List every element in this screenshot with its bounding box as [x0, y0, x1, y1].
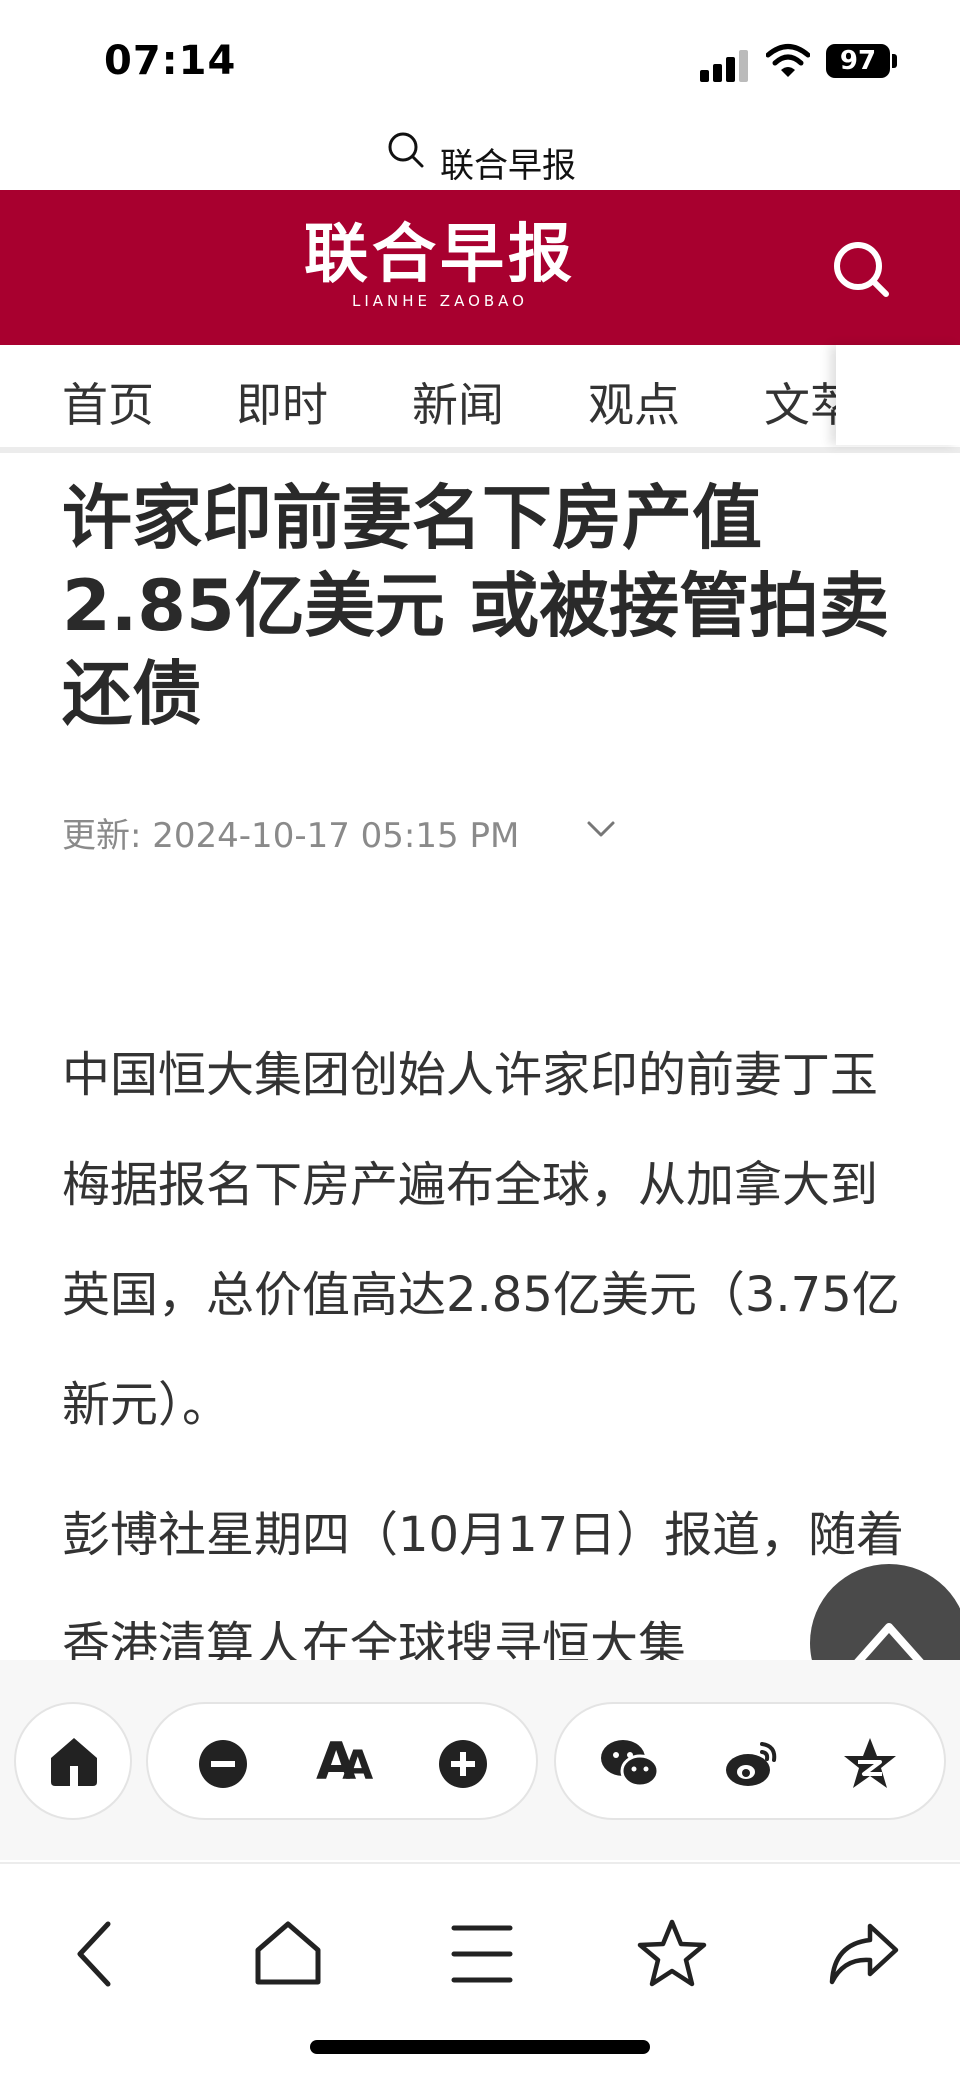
back-icon[interactable] — [58, 1916, 134, 1992]
masthead: 联合早报 LIANHE ZAOBAO — [0, 190, 960, 345]
home-indicator — [310, 2040, 650, 2054]
share-icon[interactable] — [826, 1916, 902, 1992]
article-headline: 许家印前妻名下房产值2.85亿美元 或被接管拍卖还债 — [62, 477, 890, 735]
menu-icon[interactable] — [444, 1916, 520, 1992]
article-updated-time: 更新: 2024-10-17 05:15 PM — [62, 816, 520, 856]
weibo-icon[interactable] — [724, 1738, 780, 1790]
logo-english: LIANHE ZAOBAO — [352, 292, 528, 310]
status-bar: 07:14 97 — [0, 0, 960, 120]
wifi-icon — [766, 44, 810, 77]
article-paragraph: 中国恒大集团创始人许家印的前妻丁玉梅据报名下房产遍布全球，从加拿大到英国，总价值… — [62, 1047, 900, 1433]
font-size-icon[interactable]: AA — [316, 1732, 373, 1792]
logo-chinese: 联合早报 — [304, 217, 576, 292]
search-icon — [388, 132, 424, 168]
nav-item-home[interactable]: 首页 — [62, 369, 154, 435]
font-decrease-icon[interactable] — [198, 1739, 248, 1789]
qzone-icon[interactable] — [842, 1736, 898, 1790]
url-bar[interactable]: 联合早报 — [0, 120, 960, 190]
zaobao-logo[interactable]: 联合早报 LIANHE ZAOBAO — [290, 220, 590, 320]
article-toolbar: AA — [0, 1660, 960, 1860]
home-icon — [51, 1738, 97, 1786]
home-button[interactable] — [14, 1702, 132, 1820]
nav-item-realtime[interactable]: 即时 — [236, 369, 328, 435]
home-icon[interactable] — [250, 1916, 326, 1992]
nav-item-news[interactable]: 新闻 — [412, 369, 504, 435]
font-increase-icon[interactable] — [438, 1739, 488, 1789]
share-controls — [554, 1702, 946, 1820]
article-paragraph: 彭博社星期四（10月17日）报道，随着香港清算人在全球搜寻恒大集 — [62, 1507, 905, 1660]
battery-icon: 97 — [826, 44, 890, 78]
wechat-icon[interactable] — [600, 1738, 660, 1790]
url-site-label: 联合早报 — [440, 146, 576, 186]
search-icon[interactable] — [830, 238, 894, 302]
nav-item-opinion[interactable]: 观点 — [588, 369, 680, 435]
article-body: 中国恒大集团创始人许家印的前妻丁玉梅据报名下房产遍布全球，从加拿大到英国，总价值… — [62, 1020, 912, 1660]
status-time: 07:14 — [104, 38, 237, 84]
bookmark-star-icon[interactable] — [634, 1916, 710, 1992]
article-viewport: 中国恒大集团创始人许家印的前妻丁玉梅据报名下房产遍布全球，从加拿大到英国，总价值… — [0, 1000, 960, 1660]
cellular-signal-icon — [700, 48, 752, 82]
battery-nub — [892, 54, 897, 68]
nav-menu-area — [836, 345, 960, 445]
section-nav: 首页 即时 新闻 观点 文萃 — [0, 345, 960, 453]
font-size-controls: AA — [146, 1702, 538, 1820]
chevron-down-icon[interactable] — [584, 812, 618, 846]
